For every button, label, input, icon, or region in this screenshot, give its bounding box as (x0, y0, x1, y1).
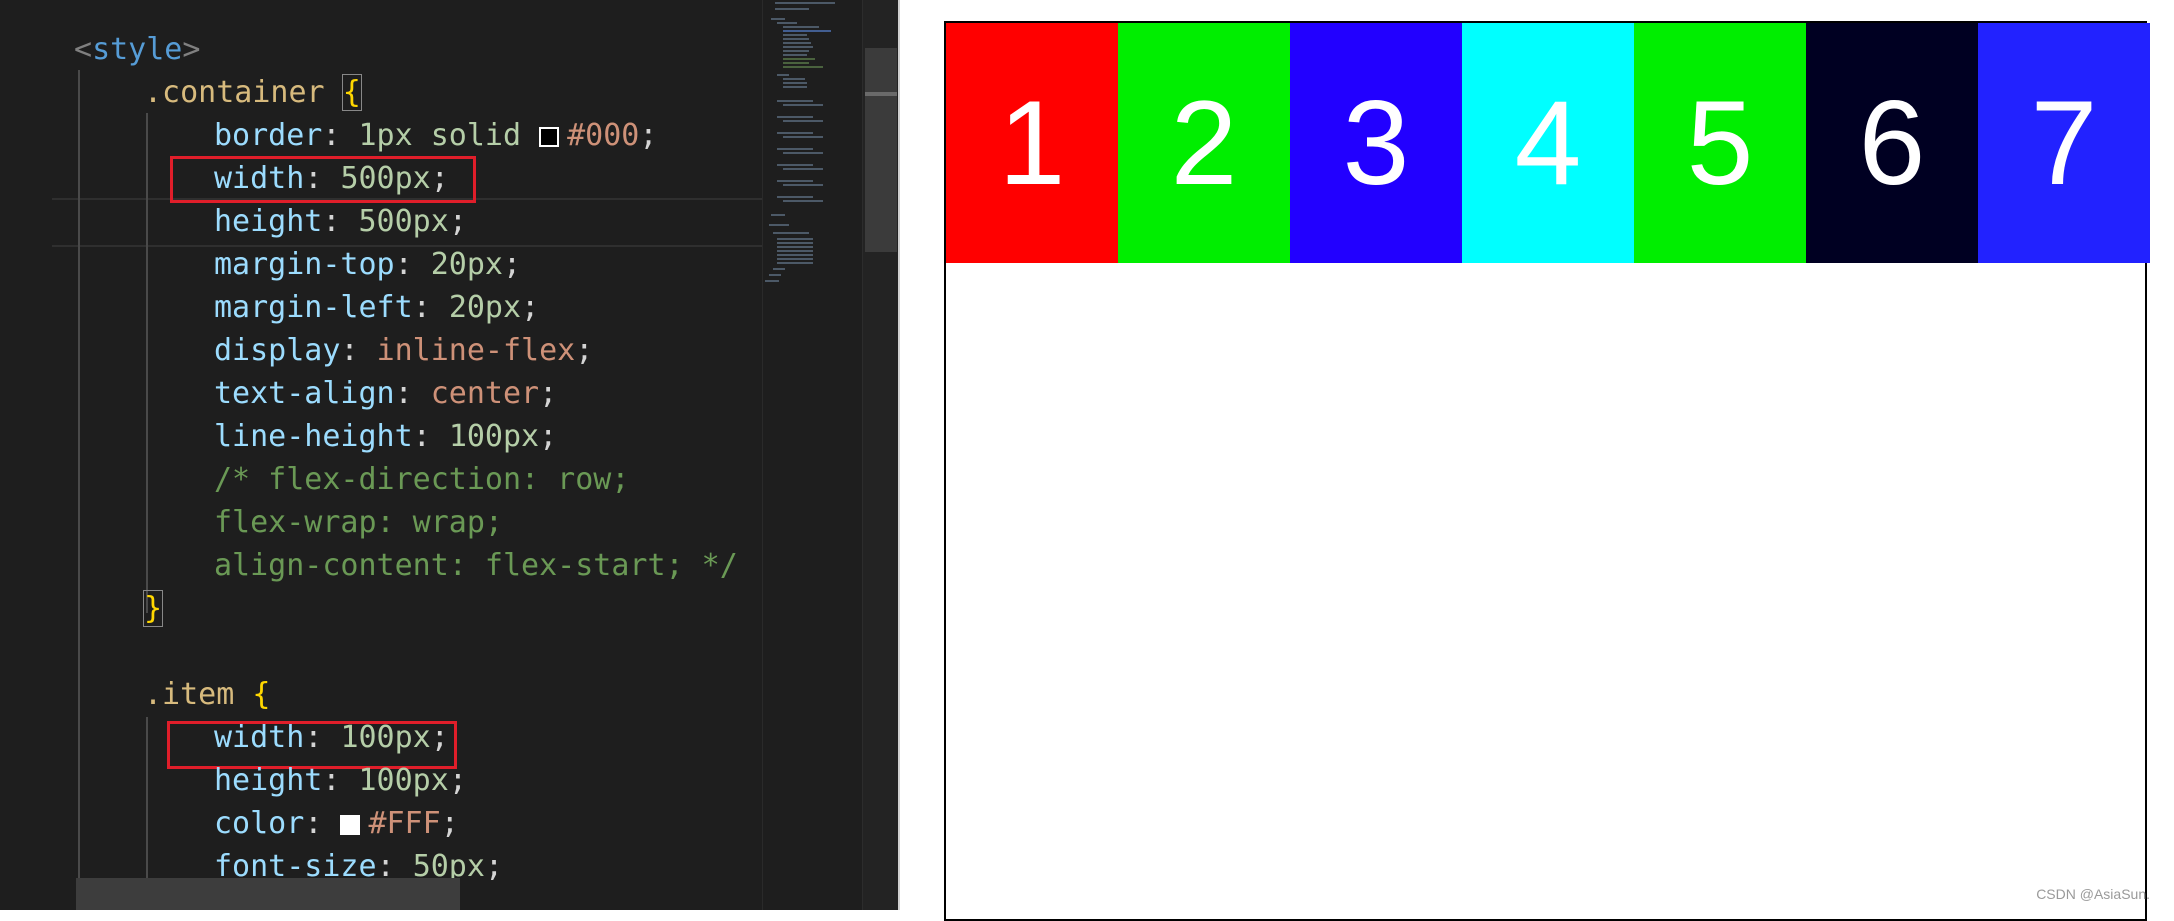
code-editor[interactable]: <style> .container { border: 1px solid #… (0, 0, 898, 910)
flex-item-5: 5 (1634, 23, 1806, 263)
indent-guide (146, 113, 148, 613)
code-line-item-height: height: 100px; (214, 763, 467, 798)
code-line-comment-flex-wrap: flex-wrap: wrap; (214, 505, 503, 540)
code-line-margin-left: margin-left: 20px; (214, 290, 540, 325)
code-line-comment-align-content: align-content: flex-start; */ (214, 548, 738, 583)
code-line-item-color: color: #FFF; (214, 806, 459, 841)
code-line-container-selector: .container { (144, 74, 362, 111)
indent-guide (78, 70, 80, 910)
code-line-comment-flex-direction: /* flex-direction: row; (214, 462, 630, 497)
code-line-border: border: 1px solid #000; (214, 118, 658, 153)
code-line-container-close: } (142, 590, 164, 627)
minimap[interactable] (762, 0, 863, 910)
color-swatch-icon[interactable] (539, 127, 560, 147)
pane-divider (898, 0, 900, 910)
code-area[interactable]: <style> .container { border: 1px solid #… (0, 0, 762, 910)
flex-item-4: 4 (1462, 23, 1634, 263)
flex-items: 1234567 (946, 23, 2150, 263)
code-line-item-selector: .item { (144, 677, 271, 712)
color-swatch-icon[interactable] (340, 815, 361, 835)
flex-item-3: 3 (1290, 23, 1462, 263)
scrollbar-thumb[interactable] (865, 48, 897, 252)
code-line-container-height: height: 500px; (214, 204, 467, 239)
flex-item-7: 7 (1978, 23, 2150, 263)
flex-container: 1234567 (944, 21, 2150, 921)
code-line-line-height: line-height: 100px; (214, 419, 558, 454)
browser-preview: 1234567 CSDN @AsiaSun. (898, 0, 2174, 921)
flex-item-1: 1 (946, 23, 1118, 263)
code-line-text-align: text-align: center; (214, 376, 558, 411)
scrollbar-cursor-marker (865, 92, 897, 96)
horizontal-scrollbar[interactable] (76, 878, 460, 910)
code-line-display: display: inline-flex; (214, 333, 594, 368)
code-line-item-width: width: 100px; (214, 720, 449, 755)
flex-item-2: 2 (1118, 23, 1290, 263)
vertical-scrollbar[interactable] (862, 0, 898, 910)
watermark: CSDN @AsiaSun. (2036, 886, 2150, 902)
code-line-container-width: width: 500px; (214, 161, 449, 196)
code-line-style-open: <style> (74, 32, 201, 67)
code-line-margin-top: margin-top: 20px; (214, 247, 522, 282)
flex-item-6: 6 (1806, 23, 1978, 263)
